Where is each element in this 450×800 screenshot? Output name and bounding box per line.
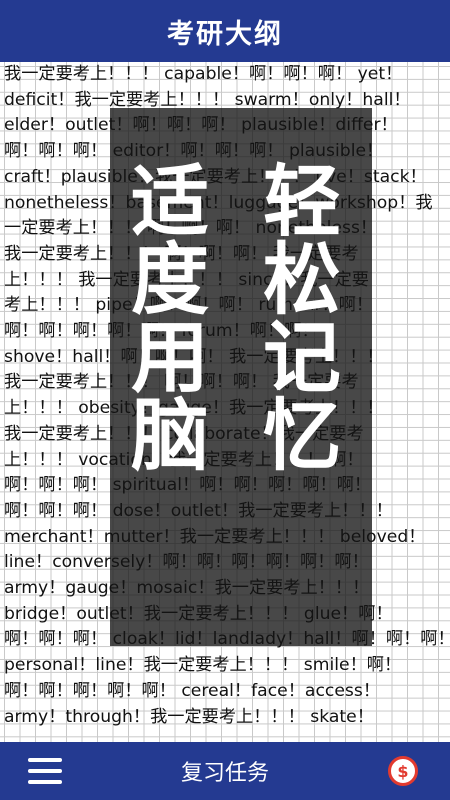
coin-icon[interactable]: $ [388, 756, 418, 786]
text-line: army！through！我一定要考上！！！ skate！ [4, 706, 374, 727]
text-line: 啊！啊！啊！啊！啊！ cereal！face！access！ [4, 680, 381, 701]
slogan-right: 轻松记忆 [250, 160, 340, 472]
text-line: 我一定要考上！！！ capable！啊！啊！啊！ yet！ [4, 64, 403, 84]
review-task-button[interactable]: 复习任务 [181, 755, 269, 787]
hamburger-menu-icon[interactable] [28, 758, 62, 784]
page-title: 考研大纲 [167, 18, 283, 50]
slogan-left: 适度用脑 [118, 160, 208, 472]
text-line: personal！line！我一定要考上！！！ smile！啊！ [4, 655, 402, 676]
bottom-bar: 复习任务 $ [0, 742, 450, 800]
top-app-bar: 考研大纲 [0, 0, 450, 62]
